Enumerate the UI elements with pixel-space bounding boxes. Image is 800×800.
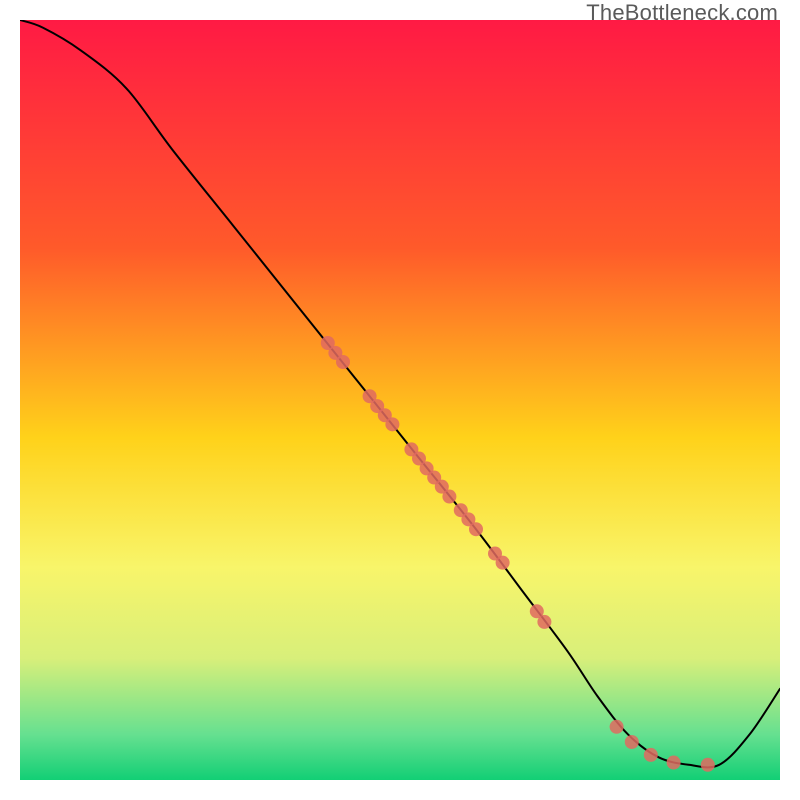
sample-point — [701, 758, 715, 772]
chart-frame: TheBottleneck.com — [0, 0, 800, 800]
sample-point — [667, 756, 681, 770]
chart-svg — [20, 20, 780, 780]
sample-point — [610, 720, 624, 734]
sample-point — [336, 355, 350, 369]
sample-point — [644, 748, 658, 762]
gradient-background — [20, 20, 780, 780]
sample-point — [496, 556, 510, 570]
sample-point — [469, 522, 483, 536]
plot-area — [20, 20, 780, 780]
sample-point — [385, 417, 399, 431]
sample-point — [537, 615, 551, 629]
sample-point — [625, 735, 639, 749]
sample-point — [442, 490, 456, 504]
